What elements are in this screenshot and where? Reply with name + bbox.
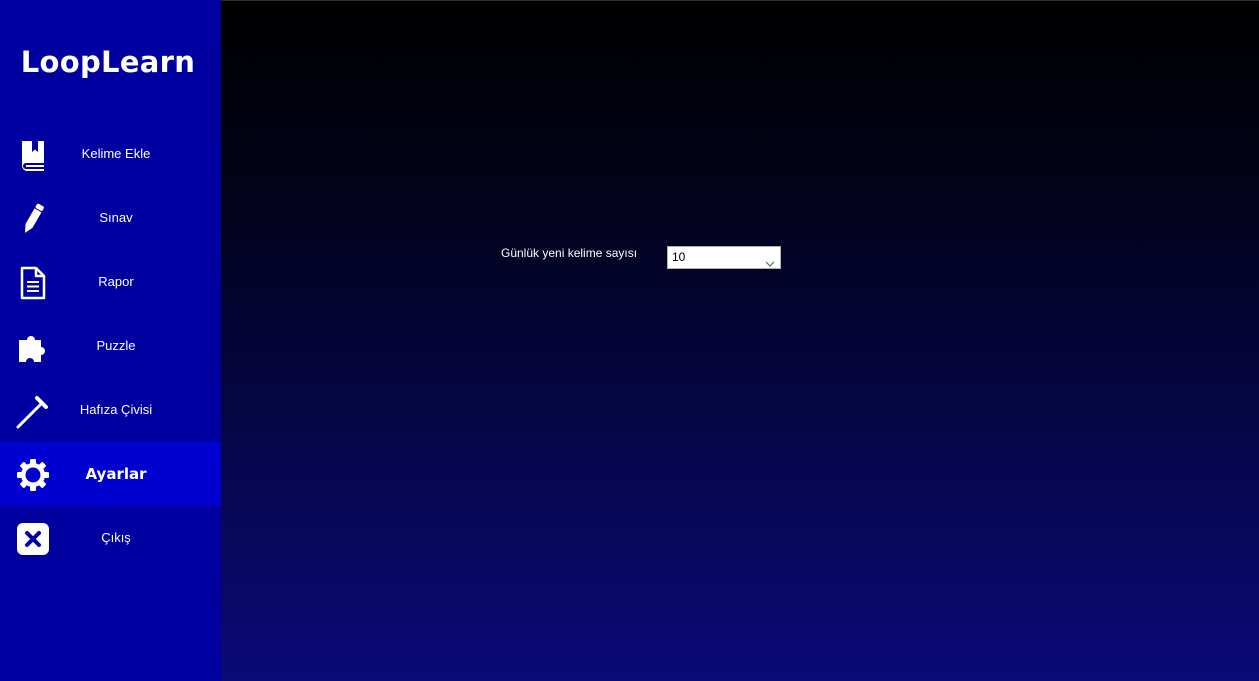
sidebar-item-label: Puzzle	[96, 338, 136, 353]
sidebar-item-kelime-ekle[interactable]: Kelime Ekle	[0, 122, 221, 186]
sidebar-item-puzzle[interactable]: Puzzle	[0, 314, 221, 378]
sidebar-item-hafiza-civisi[interactable]: Hafıza Çivisi	[0, 378, 221, 442]
sidebar-item-label: Hafıza Çivisi	[79, 402, 153, 417]
sidebar-item-ayarlar[interactable]: Ayarlar	[0, 442, 221, 506]
daily-words-select[interactable]: 10	[667, 246, 781, 269]
app-brand: LoopLearn	[20, 45, 196, 79]
sidebar-item-label: Ayarlar	[85, 465, 147, 483]
settings-panel: Günlük yeni kelime sayısı 10	[221, 0, 1259, 681]
sidebar-item-cikis[interactable]: Çıkış	[0, 506, 221, 570]
sidebar-item-label: Rapor	[98, 274, 134, 289]
sidebar-item-rapor[interactable]: Rapor	[0, 250, 221, 314]
app-window: LoopLearn Kelime Ekle Sınav Rapor Puzzle…	[0, 0, 1259, 681]
sidebar-item-label: Çıkış	[101, 530, 131, 545]
sidebar-item-sinav[interactable]: Sınav	[0, 186, 221, 250]
sidebar-item-label: Kelime Ekle	[81, 146, 151, 161]
chevron-down-icon	[765, 253, 775, 267]
daily-words-label: Günlük yeni kelime sayısı	[501, 246, 638, 260]
daily-words-value: 10	[672, 250, 686, 264]
sidebar-item-label: Sınav	[99, 210, 133, 225]
sidebar: LoopLearn Kelime Ekle Sınav Rapor Puzzle…	[0, 0, 221, 681]
